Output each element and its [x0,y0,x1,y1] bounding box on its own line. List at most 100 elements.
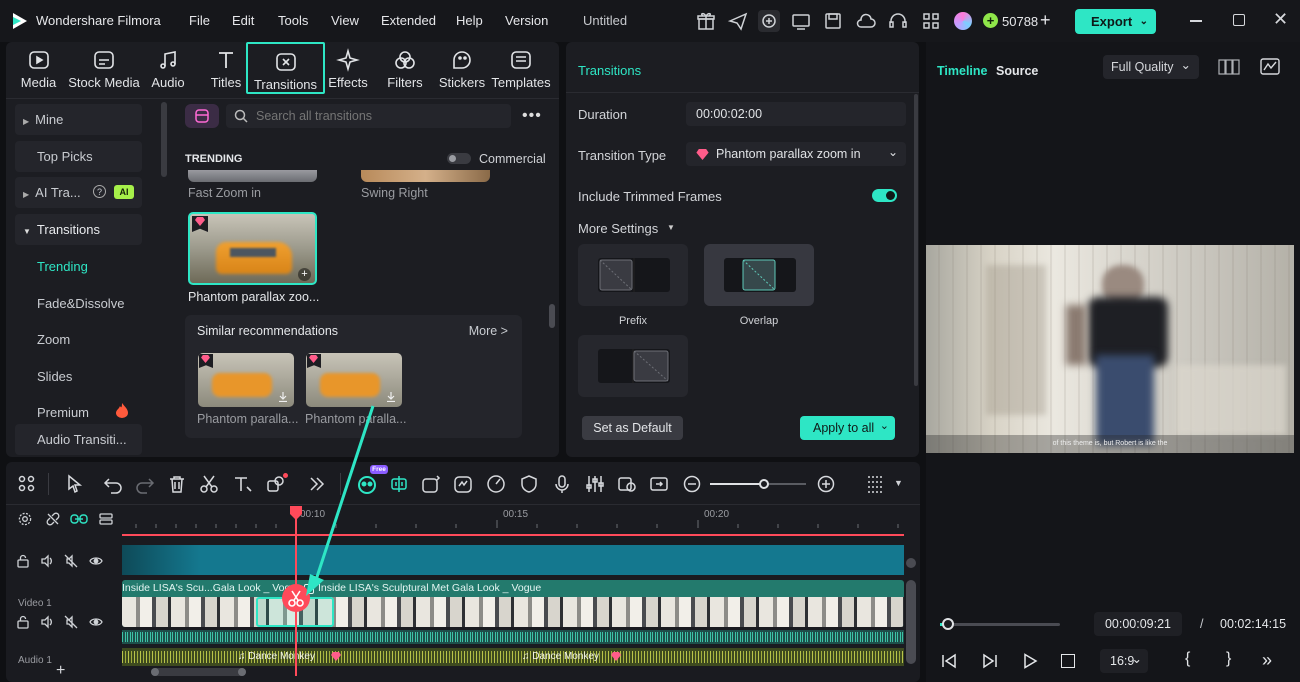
video-clip[interactable]: Inside LISA's Scu...Gala Look _ Vogue In… [122,580,904,627]
subcategory-slides[interactable]: Slides [37,369,72,384]
favorites-toggle[interactable] [185,104,219,128]
select-tool-icon[interactable] [64,473,86,495]
commercial-toggle[interactable] [447,153,471,164]
tab-titles[interactable]: Titles [206,46,246,96]
more-options-icon[interactable]: ••• [522,107,542,125]
menu-extended[interactable]: Extended [381,0,436,42]
category-audio-transitions[interactable]: Audio Transiti... [15,424,142,455]
subcategory-fade-dissolve[interactable]: Fade&Dissolve [37,296,124,311]
similar-thumbnail[interactable] [306,353,402,407]
tab-stickers[interactable]: Stickers [438,46,486,96]
duration-field[interactable]: 00:00:02:00 [686,102,906,126]
include-trimmed-toggle[interactable] [872,189,897,202]
caret-down-icon[interactable]: ▼ [667,223,675,232]
mode-prefix[interactable] [578,244,688,306]
monitor-icon[interactable] [790,10,812,32]
add-credits-icon[interactable]: + [1040,10,1051,31]
link-off-icon[interactable] [46,512,60,526]
tab-timeline-preview[interactable]: Timeline [937,64,987,78]
zoom-in-icon[interactable] [815,473,837,495]
text-tool-icon[interactable] [231,473,253,495]
menu-help[interactable]: Help [456,0,483,42]
progress-knob[interactable] [942,618,954,630]
speaker-icon[interactable] [40,554,54,568]
chevron-down-icon[interactable]: ⌄ [880,414,889,438]
tab-effects[interactable]: Effects [328,46,368,96]
lock-icon[interactable] [16,554,30,568]
save-icon[interactable] [822,10,844,32]
similar-thumbnail[interactable] [198,353,294,407]
download-icon[interactable] [387,392,395,402]
speaker-icon[interactable] [40,615,54,629]
audio-clip[interactable]: ♫ Dance Monkey ♫ Dance Monkey [122,648,904,666]
settings-gear-icon[interactable] [18,512,32,526]
more-link[interactable]: More > [469,324,508,338]
restore-icon[interactable] [1233,14,1245,26]
vertical-scrollbar[interactable] [906,558,916,568]
scissors-icon[interactable] [198,473,220,495]
avatar[interactable] [954,12,972,30]
minimize-icon[interactable] [1190,20,1202,22]
audio-mixer-icon[interactable] [584,473,606,495]
tab-transitions[interactable]: Transitions [246,42,325,94]
undo-icon[interactable] [102,473,124,495]
magnet-link-icon[interactable] [70,512,88,526]
transition-thumbnail[interactable] [188,170,317,182]
tab-media[interactable]: Media [16,46,61,96]
menu-view[interactable]: View [331,0,359,42]
close-icon[interactable]: ✕ [1273,9,1288,30]
zoom-slider-knob[interactable] [759,479,769,489]
help-icon[interactable]: ? [93,185,106,198]
layout-grid-icon[interactable] [16,473,38,495]
mark-out-icon[interactable]: } [1226,650,1231,668]
mode-overlap[interactable] [704,244,814,306]
current-time[interactable]: 00:00:09:21 [1094,612,1182,636]
category-ai-transitions[interactable]: ▶ AI Tra...? AI [15,177,142,208]
eye-icon[interactable] [89,554,103,568]
ai-assistant-icon[interactable] [758,10,780,32]
tab-audio[interactable]: Audio [148,46,188,96]
aspect-ratio-select[interactable]: 16:9 ⌄ [1100,649,1148,673]
stop-icon[interactable] [1061,654,1075,668]
chevron-down-icon[interactable]: ⌄ [1140,9,1148,34]
menu-version[interactable]: Version [505,0,548,42]
vertical-scrollbar-thumb[interactable] [906,580,916,664]
caret-down-icon[interactable]: ▼ [894,478,903,488]
preview-progress-bar[interactable] [940,623,1060,626]
previous-frame-icon[interactable] [940,653,958,669]
next-frame-icon[interactable] [981,653,999,669]
category-transitions[interactable]: ▼ Transitions [15,214,142,245]
track-manager-icon[interactable] [99,512,113,526]
horizontal-scrollbar[interactable] [151,668,246,676]
apps-grid-icon[interactable] [920,10,942,32]
zoom-out-icon[interactable] [681,473,703,495]
delete-icon[interactable] [166,473,188,495]
scopes-icon[interactable] [1260,58,1280,75]
category-top-picks[interactable]: Top Picks [15,141,142,172]
search-input[interactable] [256,104,506,128]
play-icon[interactable] [1022,653,1038,669]
grid-view-icon[interactable] [1218,59,1240,75]
settings-scrollbar[interactable] [914,94,918,386]
export-button[interactable]: Export ⌄ [1075,9,1156,34]
library-scrollbar[interactable] [549,304,555,328]
mode-suffix[interactable] [578,335,688,397]
microphone-icon[interactable] [551,473,573,495]
shield-icon[interactable] [518,473,540,495]
add-track-icon[interactable]: + [56,663,65,679]
redo-icon[interactable] [134,473,156,495]
apply-to-all-button[interactable]: Apply to all ⌄ [800,416,895,440]
mark-in-icon[interactable]: { [1185,650,1190,668]
voiceover-icon[interactable] [616,473,638,495]
send-icon[interactable] [727,10,749,32]
timeline-view-icon[interactable] [864,473,886,495]
zoom-slider[interactable] [710,483,806,485]
split-screen-icon[interactable] [648,473,670,495]
menu-tools[interactable]: Tools [278,0,308,42]
subcategory-trending[interactable]: Trending [37,259,88,274]
subcategory-premium[interactable]: Premium [37,405,89,420]
transition-thumbnail[interactable] [361,170,490,182]
auto-beat-icon[interactable] [388,473,410,495]
mute-icon[interactable] [64,615,78,629]
ai-robot-icon[interactable] [356,473,378,495]
